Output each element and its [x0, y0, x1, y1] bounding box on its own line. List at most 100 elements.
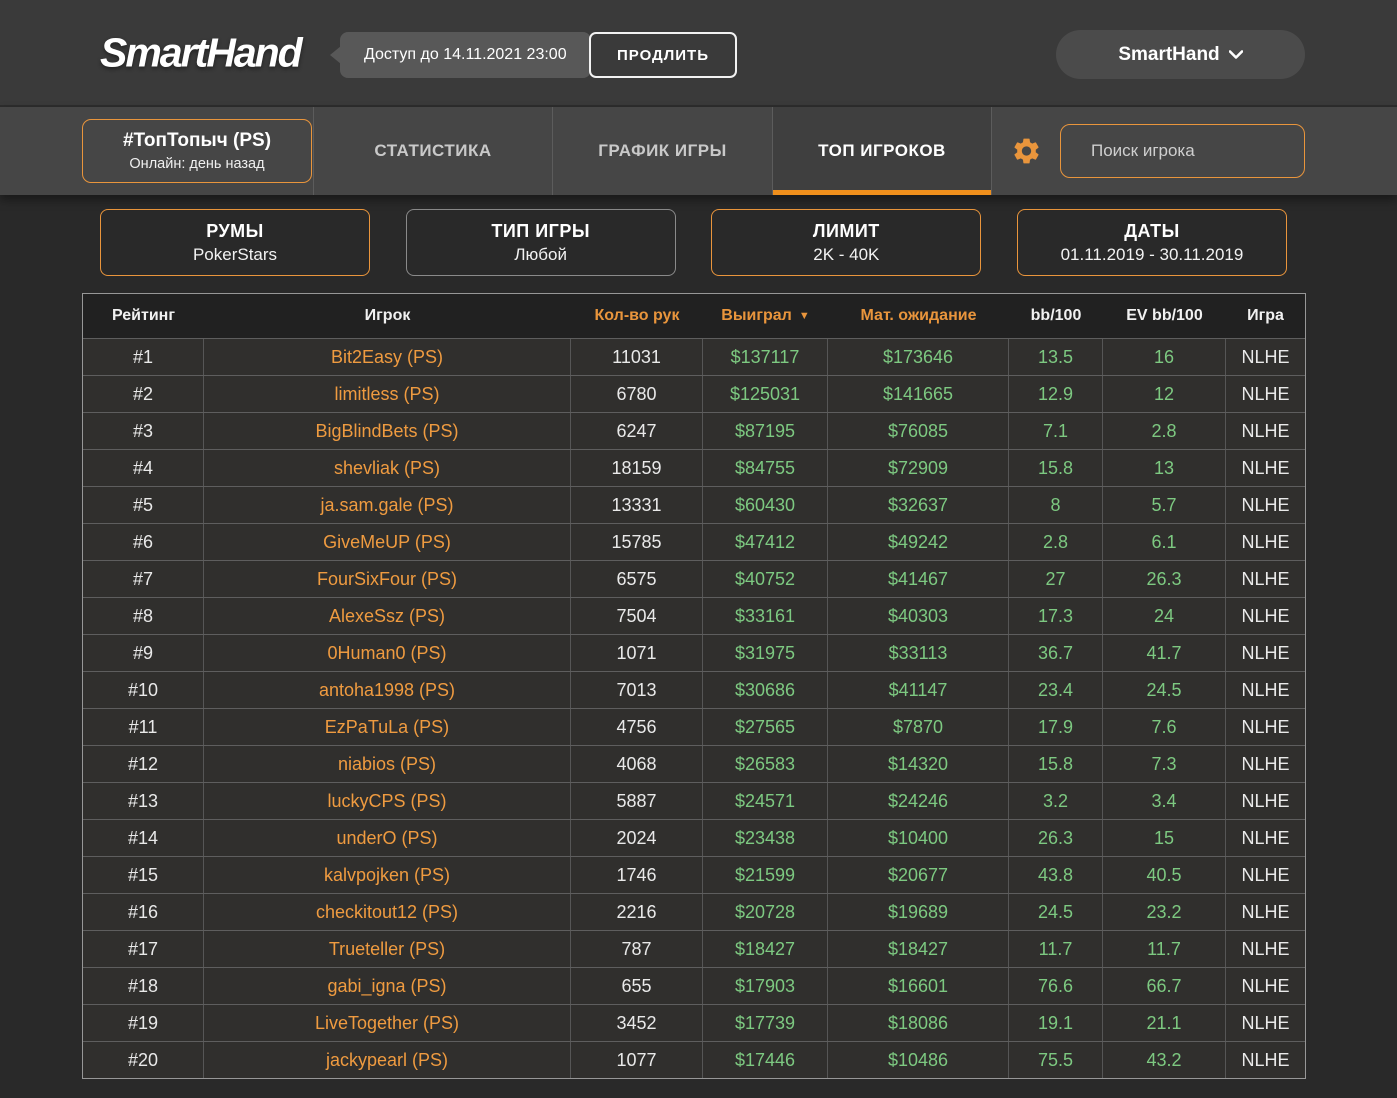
- cell-ev_bb100: 66.7: [1103, 968, 1226, 1004]
- cell-expected: $49242: [828, 524, 1009, 560]
- sort-desc-icon: ▼: [798, 310, 810, 322]
- cell-ev_bb100: 7.3: [1103, 746, 1226, 782]
- player-link[interactable]: Trueteller (PS): [204, 931, 571, 967]
- filter-dates-value: 01.11.2019 - 30.11.2019: [1060, 244, 1244, 264]
- tab-top-players[interactable]: ТОП ИГРОКОВ: [772, 107, 992, 195]
- column-header-won[interactable]: Выиграл ▼: [703, 294, 828, 338]
- table-row: #17 Trueteller (PS) 787 $18427 $18427 11.7 11.…: [83, 930, 1305, 967]
- table-row: #9 0Human0 (PS) 1071 $31975 $33113 36.7 41.7 NL…: [83, 634, 1305, 671]
- account-menu[interactable]: SmartHand: [1056, 30, 1305, 79]
- cell-expected: $19689: [828, 894, 1009, 930]
- account-menu-label: SmartHand: [1118, 43, 1220, 65]
- cell-ev_bb100: 23.2: [1103, 894, 1226, 930]
- player-link[interactable]: 0Human0 (PS): [204, 635, 571, 671]
- cell-game: NLHE: [1241, 938, 1290, 959]
- filter-rooms[interactable]: РУМЫ PokerStars: [100, 209, 370, 276]
- cell-rank: #2: [83, 376, 204, 412]
- cell-won: $33161: [703, 598, 828, 634]
- cell-game: NLHE: [1241, 605, 1290, 626]
- cell-expected: $24246: [828, 783, 1009, 819]
- player-link[interactable]: luckyCPS (PS): [204, 783, 571, 819]
- cell-game: NLHE: [1241, 1012, 1290, 1033]
- cell-hands: 7504: [571, 598, 703, 634]
- cell-hands: 2024: [571, 820, 703, 856]
- cell-rank: #13: [83, 783, 204, 819]
- cell-bb100: 24.5: [1009, 894, 1103, 930]
- cell-hands: 4756: [571, 709, 703, 745]
- cell-game: NLHE: [1241, 790, 1290, 811]
- filter-rooms-value: PokerStars: [192, 244, 278, 264]
- player-link[interactable]: gabi_igna (PS): [204, 968, 571, 1004]
- cell-expected: $41147: [828, 672, 1009, 708]
- cell-rank: #3: [83, 413, 204, 449]
- cell-bb100: 2.8: [1009, 524, 1103, 560]
- tab-game-graph[interactable]: ГРАФИК ИГРЫ: [552, 107, 772, 195]
- cell-expected: $16601: [828, 968, 1009, 1004]
- cell-expected: $10400: [828, 820, 1009, 856]
- smarthand-logo[interactable]: SmartHand: [100, 29, 303, 76]
- cell-bb100: 43.8: [1009, 857, 1103, 893]
- player-link[interactable]: LiveTogether (PS): [204, 1005, 571, 1041]
- current-player-status: Онлайн: день назад: [129, 156, 265, 172]
- cell-bb100: 11.7: [1009, 931, 1103, 967]
- filter-game-type[interactable]: ТИП ИГРЫ Любой: [405, 209, 676, 276]
- cell-ev_bb100: 26.3: [1103, 561, 1226, 597]
- player-link[interactable]: BigBlindBets (PS): [204, 413, 571, 449]
- cell-game: NLHE: [1241, 531, 1290, 552]
- player-link[interactable]: Bit2Easy (PS): [204, 339, 571, 375]
- column-header-player: Игрок: [364, 307, 411, 324]
- player-link[interactable]: jackypearl (PS): [204, 1042, 571, 1078]
- settings-gear-icon[interactable]: [1011, 136, 1042, 167]
- cell-hands: 13331: [571, 487, 703, 523]
- tab-statistics[interactable]: СТАТИСТИКА: [313, 107, 552, 195]
- cell-expected: $20677: [828, 857, 1009, 893]
- table-row: #7 FourSixFour (PS) 6575 $40752 $41467 27 26.3…: [83, 560, 1305, 597]
- current-player-name: #ТопТопыч (PS): [122, 130, 272, 151]
- player-search-input[interactable]: [1091, 141, 1312, 161]
- column-header-hands[interactable]: Кол-во рук: [571, 294, 703, 338]
- player-link[interactable]: niabios (PS): [204, 746, 571, 782]
- cell-won: $18427: [703, 931, 828, 967]
- cell-hands: 5887: [571, 783, 703, 819]
- cell-bb100: 15.8: [1009, 450, 1103, 486]
- player-link[interactable]: FourSixFour (PS): [204, 561, 571, 597]
- player-link[interactable]: AlexeSsz (PS): [204, 598, 571, 634]
- cell-won: $23438: [703, 820, 828, 856]
- extend-subscription-button[interactable]: ПРОДЛИТЬ: [589, 32, 737, 78]
- player-link[interactable]: checkitout12 (PS): [204, 894, 571, 930]
- cell-bb100: 26.3: [1009, 820, 1103, 856]
- player-link[interactable]: shevliak (PS): [204, 450, 571, 486]
- cell-rank: #18: [83, 968, 204, 1004]
- player-link[interactable]: underO (PS): [204, 820, 571, 856]
- cell-hands: 11031: [571, 339, 703, 375]
- cell-hands: 655: [571, 968, 703, 1004]
- cell-bb100: 36.7: [1009, 635, 1103, 671]
- player-link[interactable]: ja.sam.gale (PS): [204, 487, 571, 523]
- cell-won: $40752: [703, 561, 828, 597]
- cell-won: $17446: [703, 1042, 828, 1078]
- player-link[interactable]: limitless (PS): [204, 376, 571, 412]
- filter-dates[interactable]: ДАТЫ 01.11.2019 - 30.11.2019: [1016, 209, 1287, 276]
- chevron-down-icon: [1228, 50, 1243, 59]
- player-link[interactable]: GiveMeUP (PS): [204, 524, 571, 560]
- cell-ev_bb100: 24.5: [1103, 672, 1226, 708]
- table-row: #4 shevliak (PS) 18159 $84755 $72909 15.8 13 NL…: [83, 449, 1305, 486]
- nav-bar: #ТопТопыч (PS) Онлайн: день назад СТАТИС…: [0, 107, 1397, 195]
- cell-won: $17739: [703, 1005, 828, 1041]
- player-link[interactable]: EzPaTuLa (PS): [204, 709, 571, 745]
- filter-limit[interactable]: ЛИМИТ 2K - 40K: [711, 209, 982, 276]
- player-link[interactable]: antoha1998 (PS): [204, 672, 571, 708]
- filter-game-type-value: Любой: [514, 244, 567, 264]
- table-row: #18 gabi_igna (PS) 655 $17903 $16601 76.6 66.7…: [83, 967, 1305, 1004]
- top-players-table: Рейтинг Игрок Кол-во рук Выиграл ▼ Мат. ожида…: [82, 293, 1306, 1079]
- table-row: #1 Bit2Easy (PS) 11031 $137117 $173646 13.5 16…: [83, 338, 1305, 375]
- cell-hands: 6780: [571, 376, 703, 412]
- player-link[interactable]: kalvpojken (PS): [204, 857, 571, 893]
- cell-expected: $7870: [828, 709, 1009, 745]
- cell-hands: 15785: [571, 524, 703, 560]
- cell-ev_bb100: 5.7: [1103, 487, 1226, 523]
- cell-expected: $76085: [828, 413, 1009, 449]
- column-header-expected[interactable]: Мат. ожидание: [828, 294, 1009, 338]
- current-player-box[interactable]: #ТопТопыч (PS) Онлайн: день назад: [82, 119, 312, 183]
- table-row: #15 kalvpojken (PS) 1746 $21599 $20677 43.8 40…: [83, 856, 1305, 893]
